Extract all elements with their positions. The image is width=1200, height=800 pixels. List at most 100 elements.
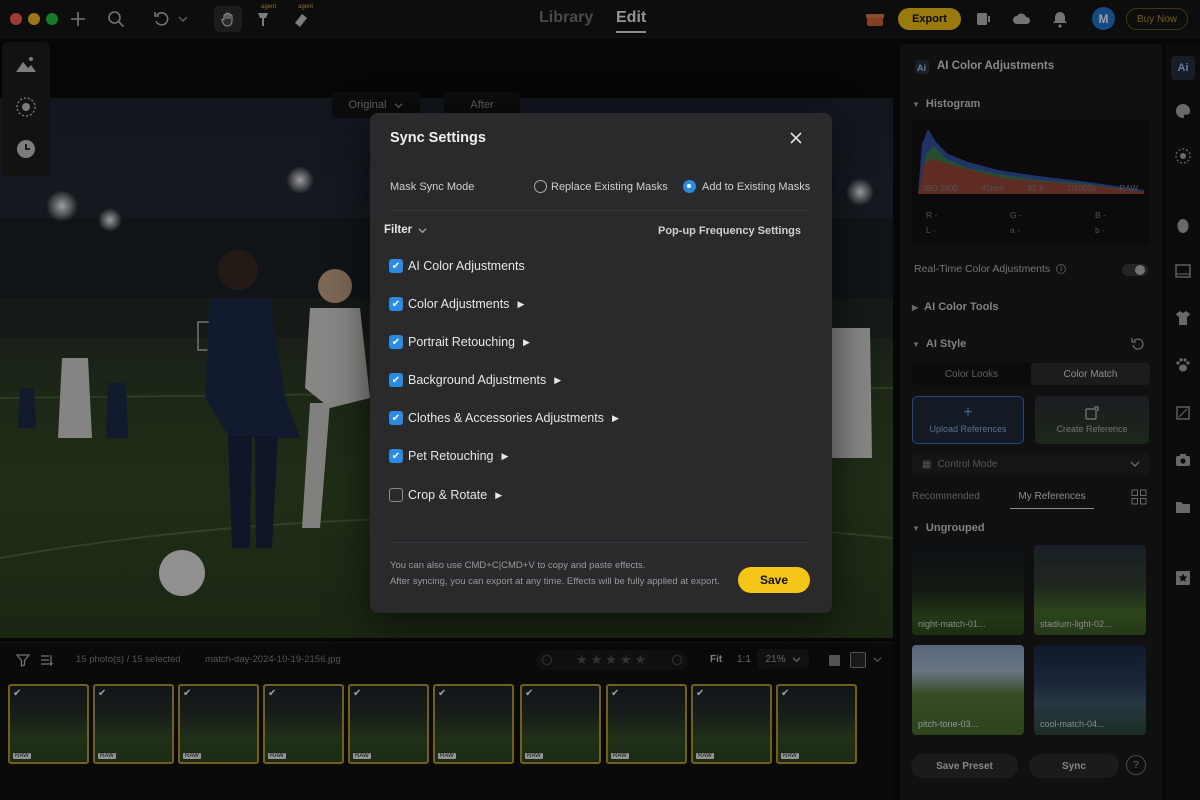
- paw-icon[interactable]: [1175, 357, 1191, 373]
- filmstrip-thumb[interactable]: ✔ RAW: [433, 684, 514, 764]
- single-view-icon[interactable]: [829, 655, 840, 666]
- zoom-one-to-one-button[interactable]: 1:1: [737, 654, 751, 665]
- filter-icon[interactable]: [16, 653, 30, 667]
- filmstrip-thumb[interactable]: ✔ RAW: [606, 684, 687, 764]
- avatar[interactable]: M: [1092, 7, 1115, 30]
- expand-arrow-icon[interactable]: ▶: [523, 337, 530, 348]
- item-color-adjustments[interactable]: Color Adjustments ▶: [408, 297, 524, 311]
- item-background-adjustments[interactable]: Background Adjustments ▶: [408, 373, 561, 387]
- tab-my-references[interactable]: My References: [1010, 491, 1094, 509]
- expand-arrow-icon[interactable]: ▶: [517, 299, 524, 310]
- face-icon[interactable]: [1175, 218, 1191, 234]
- landscape-icon[interactable]: [15, 54, 37, 74]
- item-crop-rotate[interactable]: Crop & Rotate ▶: [408, 488, 502, 502]
- popup-frequency-link[interactable]: Pop-up Frequency Settings: [658, 225, 801, 237]
- sync-button[interactable]: Sync: [1029, 754, 1119, 778]
- filmstrip-thumb[interactable]: ✔ RAW: [520, 684, 601, 764]
- filmstrip-thumb[interactable]: ✔ RAW: [8, 684, 89, 764]
- ai-color-tools-header[interactable]: ▶ AI Color Tools: [912, 301, 999, 313]
- checkbox-ai-color-adjustments[interactable]: ✔: [389, 259, 403, 273]
- expand-arrow-icon[interactable]: ▶: [495, 490, 502, 501]
- checkbox-color-adjustments[interactable]: ✔: [389, 297, 403, 311]
- filmstrip-thumb[interactable]: ✔ RAW: [691, 684, 772, 764]
- help-icon[interactable]: ?: [1126, 755, 1146, 775]
- checkbox-portrait-retouching[interactable]: ✔: [389, 335, 403, 349]
- reference-card[interactable]: cool-match-04...: [1034, 645, 1146, 735]
- radio-add-label[interactable]: Add to Existing Masks: [702, 181, 810, 193]
- upload-references-button[interactable]: + Upload References: [912, 396, 1024, 444]
- item-pet-retouching[interactable]: Pet Retouching ▶: [408, 449, 508, 463]
- tab-edit[interactable]: Edit: [616, 9, 647, 33]
- checkbox-pet-retouching[interactable]: ✔: [389, 449, 403, 463]
- close-window-button[interactable]: [10, 13, 22, 25]
- camera-icon[interactable]: [1175, 452, 1191, 468]
- zoom-window-button[interactable]: [46, 13, 58, 25]
- search-icon[interactable]: [105, 8, 127, 30]
- zoom-dropdown[interactable]: 21%: [757, 649, 809, 669]
- tab-recommended[interactable]: Recommended: [912, 491, 980, 502]
- tab-library[interactable]: Library: [539, 9, 593, 27]
- reset-icon[interactable]: [1131, 337, 1145, 351]
- grid-icon[interactable]: [1131, 489, 1147, 505]
- chevron-down-icon[interactable]: [873, 655, 882, 664]
- filmstrip-thumb[interactable]: ✔ RAW: [263, 684, 344, 764]
- folder-icon[interactable]: [1175, 499, 1191, 515]
- save-preset-button[interactable]: Save Preset: [911, 754, 1018, 778]
- ungrouped-header[interactable]: ▼ Ungrouped: [912, 522, 985, 534]
- batch-icon[interactable]: [972, 8, 994, 30]
- checkbox-crop-rotate[interactable]: [389, 488, 403, 502]
- radio-replace-label[interactable]: Replace Existing Masks: [551, 181, 668, 193]
- create-reference-button[interactable]: Create Reference: [1035, 396, 1149, 444]
- checkbox-background-adjustments[interactable]: ✔: [389, 373, 403, 387]
- star-rating[interactable]: ★★★★★: [576, 652, 649, 668]
- item-clothes-accessories[interactable]: Clothes & Accessories Adjustments ▶: [408, 411, 619, 425]
- palette-icon[interactable]: [1175, 103, 1191, 119]
- reference-card[interactable]: pitch-tone-03...: [912, 645, 1024, 735]
- crop-icon[interactable]: [1175, 405, 1191, 421]
- info-icon[interactable]: i: [1056, 264, 1067, 274]
- compare-view-icon[interactable]: [850, 652, 866, 668]
- tab-color-match[interactable]: Color Match: [1031, 363, 1150, 385]
- filmstrip-thumb[interactable]: ✔ RAW: [776, 684, 857, 764]
- control-mode-dropdown[interactable]: ▦ Control Mode: [912, 452, 1150, 476]
- cloud-icon[interactable]: [1011, 8, 1033, 30]
- undo-icon[interactable]: [151, 8, 173, 30]
- zoom-fit-button[interactable]: Fit: [710, 654, 722, 665]
- expand-arrow-icon[interactable]: ▶: [501, 451, 508, 462]
- bell-icon[interactable]: [1049, 8, 1071, 30]
- filmstrip-thumb[interactable]: ✔ RAW: [348, 684, 429, 764]
- flag-icon[interactable]: [672, 655, 682, 665]
- shirt-icon[interactable]: [1175, 310, 1191, 326]
- expand-arrow-icon[interactable]: ▶: [554, 375, 561, 386]
- radio-add-masks[interactable]: [683, 180, 696, 193]
- reference-card[interactable]: night-match-01...: [912, 545, 1024, 635]
- expand-arrow-icon[interactable]: ▶: [612, 413, 619, 424]
- filmstrip-thumb[interactable]: ✔ RAW: [93, 684, 174, 764]
- realtime-toggle[interactable]: [1122, 264, 1148, 276]
- eraser-icon[interactable]: [290, 8, 312, 30]
- minimize-window-button[interactable]: [28, 13, 40, 25]
- add-icon[interactable]: [67, 8, 89, 30]
- rating-control[interactable]: ★★★★★: [536, 650, 688, 670]
- chevron-down-icon[interactable]: [176, 8, 190, 30]
- mask-tool-icon[interactable]: [1175, 148, 1191, 164]
- ai-tool-icon[interactable]: Ai: [1171, 56, 1195, 80]
- tab-color-looks[interactable]: Color Looks: [912, 363, 1031, 385]
- histogram-section-header[interactable]: ▼ Histogram: [912, 98, 980, 110]
- ai-style-header[interactable]: ▼ AI Style: [912, 338, 966, 350]
- item-ai-color-adjustments[interactable]: AI Color Adjustments: [408, 259, 525, 273]
- history-icon[interactable]: [15, 138, 37, 160]
- radio-replace-masks[interactable]: [534, 180, 547, 193]
- filter-dropdown[interactable]: Filter: [384, 224, 427, 236]
- mask-icon[interactable]: [15, 96, 37, 118]
- save-button[interactable]: Save: [738, 567, 810, 593]
- reference-card[interactable]: stadium-light-02...: [1034, 545, 1146, 635]
- hand-tool-icon[interactable]: [214, 6, 242, 32]
- favorite-icon[interactable]: [1175, 570, 1191, 586]
- ai-brush-icon[interactable]: [252, 8, 274, 30]
- export-button[interactable]: Export: [898, 8, 961, 30]
- filmstrip-thumb[interactable]: ✔ RAW: [178, 684, 259, 764]
- background-icon[interactable]: [1175, 263, 1191, 279]
- sort-icon[interactable]: [40, 653, 54, 667]
- item-portrait-retouching[interactable]: Portrait Retouching ▶: [408, 335, 530, 349]
